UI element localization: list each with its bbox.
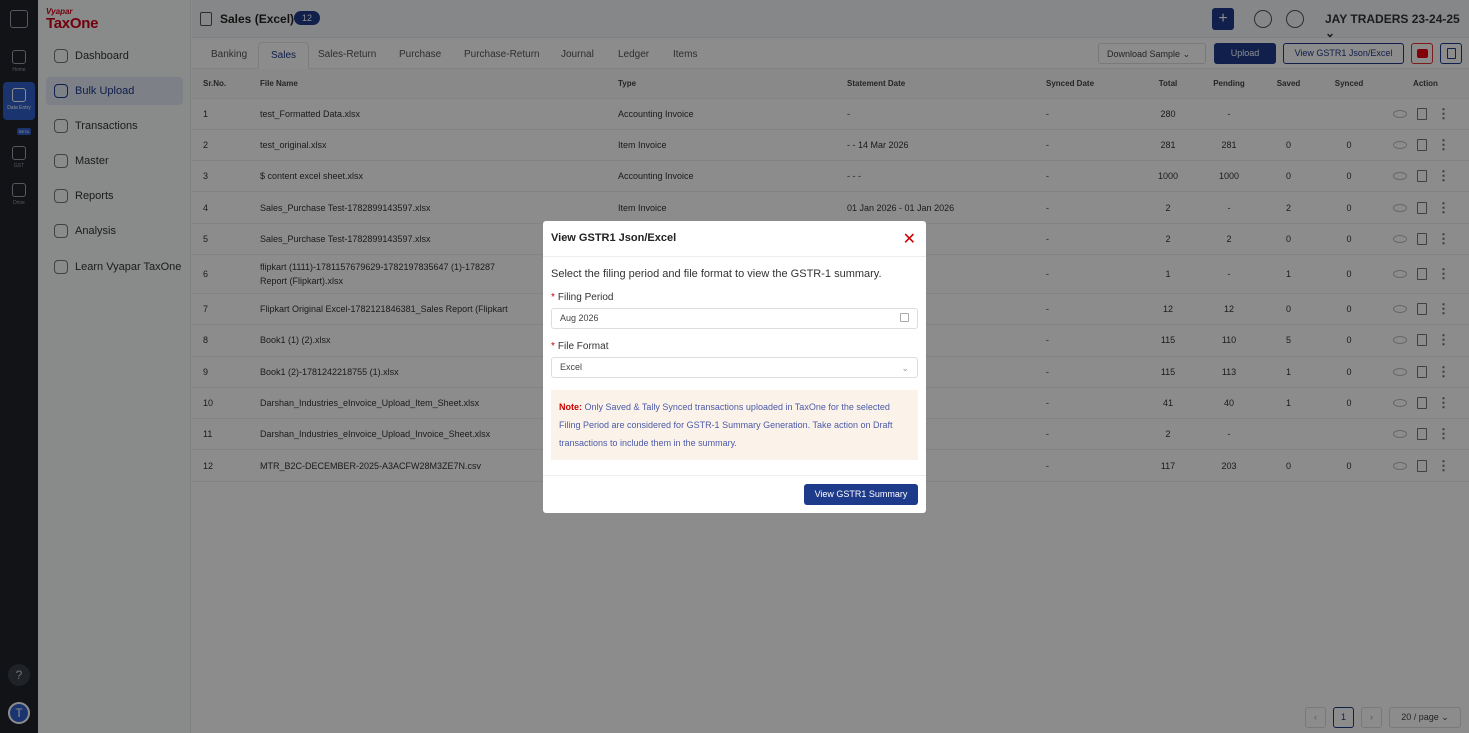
filing-period-label: * Filing Period	[551, 292, 614, 303]
view-gstr1-summary-button[interactable]: View GSTR1 Summary	[804, 484, 918, 505]
modal-title: View GSTR1 Json/Excel	[543, 221, 926, 257]
filing-period-picker[interactable]: Aug 2026	[551, 308, 918, 329]
calendar-icon	[900, 313, 909, 322]
gstr1-modal: View GSTR1 Json/Excel ✕ Select the filin…	[543, 221, 926, 513]
modal-intro: Select the filing period and file format…	[551, 268, 882, 280]
file-format-select[interactable]: Excel ⌄	[551, 357, 918, 378]
chevron-down-icon: ⌄	[901, 363, 909, 373]
file-format-label: * File Format	[551, 341, 609, 352]
close-icon[interactable]: ✕	[903, 229, 916, 249]
modal-note: Note: Only Saved & Tally Synced transact…	[551, 390, 918, 460]
